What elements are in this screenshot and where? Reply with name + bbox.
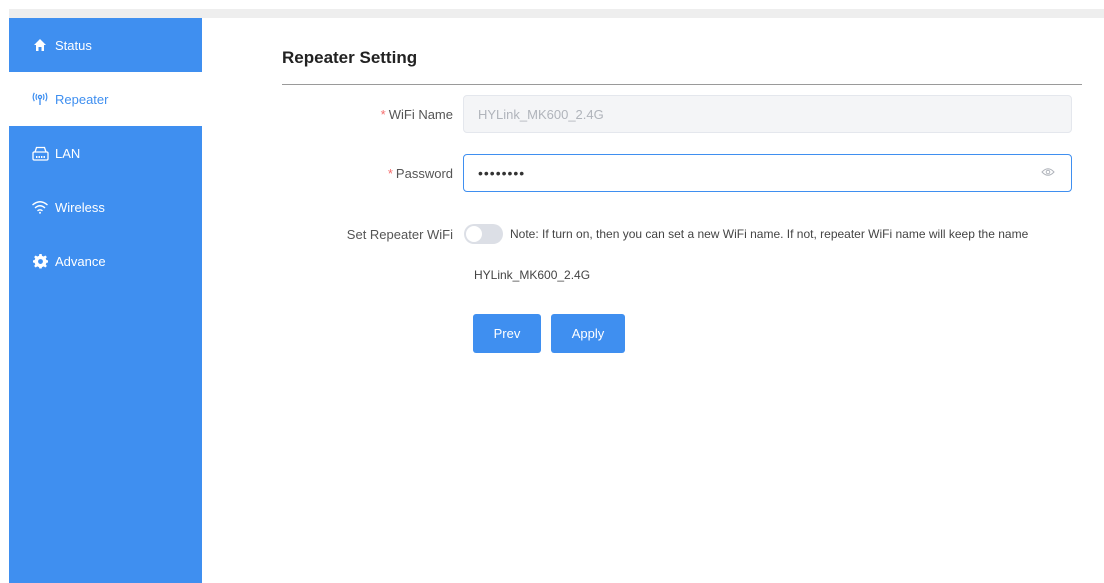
wifi-name-value: HYLink_MK600_2.4G [478, 106, 604, 122]
sidebar-item-label: LAN [55, 145, 81, 161]
top-bar [0, 0, 1104, 18]
eye-icon[interactable] [1041, 167, 1057, 179]
toggle-knob [466, 226, 482, 242]
set-repeater-wifi-row: Set Repeater WiFi Note: If turn on, then… [282, 224, 1082, 244]
sidebar: Status Repeater LAN Wireless Advance [9, 18, 202, 583]
required-mark: * [387, 165, 393, 181]
password-input[interactable]: •••••••• [463, 154, 1072, 192]
main-content: Repeater Setting * WiFi Name HYLink_MK600… [202, 18, 1104, 583]
sidebar-item-advance[interactable]: Advance [9, 234, 202, 288]
set-repeater-wifi-label: Set Repeater WiFi [346, 226, 453, 242]
sidebar-item-status[interactable]: Status [9, 18, 202, 72]
apply-button[interactable]: Apply [551, 314, 625, 353]
sidebar-item-repeater[interactable]: Repeater [9, 72, 202, 126]
sidebar-item-label: Wireless [55, 199, 105, 215]
password-row: * Password •••••••• [282, 154, 1082, 192]
password-label: * Password [387, 165, 453, 181]
title-divider [282, 84, 1082, 85]
wifi-icon [31, 198, 49, 216]
required-mark: * [380, 106, 386, 122]
toggle-note-continued: HYLink_MK600_2.4G [474, 268, 591, 282]
antenna-icon [31, 90, 49, 108]
sidebar-item-label: Status [55, 37, 92, 53]
gear-icon [31, 252, 49, 270]
sidebar-item-wireless[interactable]: Wireless [9, 180, 202, 234]
wifi-name-row: * WiFi Name HYLink_MK600_2.4G [282, 95, 1082, 133]
page-title: Repeater Setting [282, 48, 418, 67]
toggle-note: Note: If turn on, then you can set a new… [510, 227, 1029, 241]
sidebar-item-lan[interactable]: LAN [9, 126, 202, 180]
router-icon [31, 144, 49, 162]
wifi-name-label: * WiFi Name [380, 106, 453, 122]
sidebar-item-label: Advance [55, 253, 106, 269]
wifi-name-input[interactable]: HYLink_MK600_2.4G [463, 95, 1072, 133]
sidebar-item-label: Repeater [55, 91, 109, 107]
prev-button[interactable]: Prev [473, 314, 541, 353]
repeater-wifi-toggle[interactable] [464, 224, 503, 244]
home-icon [31, 36, 49, 54]
password-value: •••••••• [478, 165, 526, 181]
